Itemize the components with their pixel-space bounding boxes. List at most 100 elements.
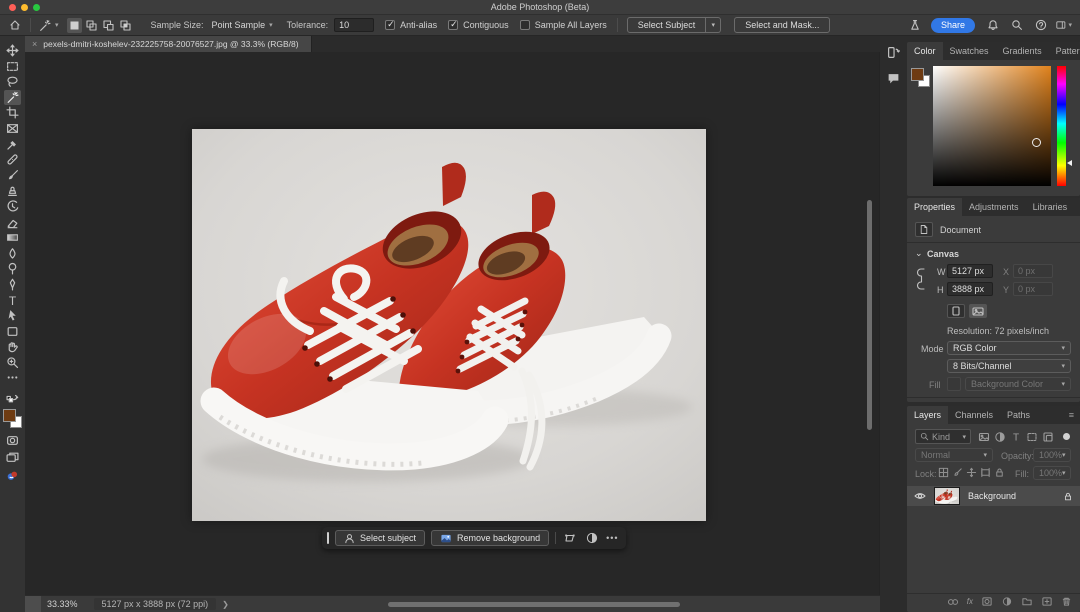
filter-pixel-layers-icon[interactable] bbox=[977, 430, 990, 443]
hand-tool[interactable] bbox=[4, 339, 21, 354]
intersect-selection-icon[interactable] bbox=[118, 18, 133, 33]
bit-depth-dropdown[interactable]: 8 Bits/Channel▾ bbox=[947, 359, 1071, 373]
layer-row-background[interactable]: Background bbox=[907, 486, 1080, 506]
blend-mode-dropdown[interactable]: Normal▾ bbox=[915, 448, 993, 462]
path-selection-tool[interactable] bbox=[4, 308, 21, 323]
tab-patterns[interactable]: Patterns bbox=[1049, 42, 1080, 60]
add-layer-mask-icon[interactable] bbox=[980, 595, 993, 608]
vertical-scrollbar[interactable] bbox=[867, 200, 872, 430]
spot-healing-brush-tool[interactable] bbox=[4, 152, 21, 167]
y-input[interactable]: 0 px bbox=[1013, 282, 1053, 296]
panel-menu-icon[interactable]: ≡ bbox=[1063, 406, 1080, 424]
fill-dropdown[interactable]: Background Color▾ bbox=[965, 377, 1071, 391]
subtract-from-selection-icon[interactable] bbox=[101, 18, 116, 33]
panel-menu-icon[interactable]: ≡ bbox=[1074, 198, 1080, 216]
move-tool[interactable] bbox=[4, 43, 21, 58]
tab-properties[interactable]: Properties bbox=[907, 198, 962, 216]
fill-percent-dropdown[interactable]: 100%▾ bbox=[1033, 466, 1071, 480]
version-history-panel-icon[interactable] bbox=[886, 44, 902, 60]
anti-alias-checkbox[interactable] bbox=[385, 20, 395, 30]
landscape-orientation-button[interactable] bbox=[969, 304, 987, 318]
foreground-color-swatch[interactable] bbox=[911, 68, 924, 81]
lasso-tool[interactable] bbox=[4, 74, 21, 89]
x-input[interactable]: 0 px bbox=[1013, 264, 1053, 278]
rectangle-tool[interactable] bbox=[4, 324, 21, 339]
dodge-tool[interactable] bbox=[4, 261, 21, 276]
link-dimensions-icon[interactable] bbox=[915, 272, 928, 285]
rectangular-marquee-tool[interactable] bbox=[4, 59, 21, 74]
workspace-switcher-icon[interactable]: ▾ bbox=[1056, 17, 1072, 33]
select-and-mask-button[interactable]: Select and Mask... bbox=[734, 17, 830, 33]
frame-tool[interactable] bbox=[4, 121, 21, 136]
quick-mask-icon[interactable] bbox=[4, 433, 21, 448]
width-input[interactable]: 5127 px bbox=[947, 264, 993, 278]
share-button[interactable]: Share bbox=[931, 18, 975, 33]
tab-channels[interactable]: Channels bbox=[948, 406, 1000, 424]
screen-mode-icon[interactable] bbox=[4, 450, 21, 465]
tab-color[interactable]: Color bbox=[907, 42, 943, 60]
tolerance-input[interactable]: 10 bbox=[334, 18, 374, 32]
saturation-brightness-field[interactable] bbox=[933, 66, 1051, 186]
filter-adjustment-layers-icon[interactable] bbox=[993, 430, 1006, 443]
blur-tool[interactable] bbox=[4, 246, 21, 261]
new-group-folder-icon[interactable] bbox=[1020, 595, 1033, 608]
pen-tool[interactable] bbox=[4, 277, 21, 292]
canvas-section-chevron[interactable]: ⌄ bbox=[915, 248, 923, 259]
eyedropper-tool[interactable] bbox=[4, 137, 21, 152]
canvas-area[interactable]: Select subject Remove background ••• bbox=[25, 52, 880, 595]
layer-thumbnail[interactable] bbox=[934, 487, 960, 505]
sample-all-layers-checkbox[interactable] bbox=[520, 20, 530, 30]
beta-flask-icon[interactable] bbox=[907, 17, 923, 33]
more-options-icon[interactable]: ••• bbox=[606, 533, 618, 543]
horizontal-scrollbar[interactable] bbox=[388, 602, 680, 607]
layer-filter-kind-dropdown[interactable]: Kind▾ bbox=[915, 429, 971, 444]
brush-tool[interactable] bbox=[4, 168, 21, 183]
opacity-dropdown[interactable]: 100%▾ bbox=[1033, 448, 1071, 462]
filter-smart-objects-icon[interactable] bbox=[1041, 430, 1054, 443]
layer-name[interactable]: Background bbox=[968, 491, 1016, 501]
lock-pixels-icon[interactable] bbox=[951, 466, 964, 479]
transform-image-icon[interactable] bbox=[562, 530, 578, 546]
layer-style-fx-icon[interactable]: fx bbox=[967, 597, 973, 606]
link-layers-icon[interactable] bbox=[947, 595, 960, 608]
close-tab-icon[interactable]: × bbox=[32, 39, 37, 49]
layer-lock-icon[interactable] bbox=[1061, 490, 1074, 503]
delete-layer-trash-icon[interactable] bbox=[1060, 595, 1073, 608]
height-input[interactable]: 3888 px bbox=[947, 282, 993, 296]
new-layer-icon[interactable] bbox=[1040, 595, 1053, 608]
lock-all-icon[interactable] bbox=[993, 466, 1006, 479]
select-subject-button[interactable]: Select Subject bbox=[627, 17, 707, 33]
zoom-tool[interactable] bbox=[4, 355, 21, 370]
tab-adjustments[interactable]: Adjustments bbox=[962, 198, 1026, 216]
home-icon[interactable] bbox=[7, 17, 23, 33]
canvas-section-header[interactable]: Canvas bbox=[927, 249, 959, 259]
filter-type-layers-icon[interactable]: T bbox=[1009, 430, 1022, 443]
select-subject-task-button[interactable]: Select subject bbox=[335, 530, 425, 546]
help-icon[interactable] bbox=[1033, 17, 1049, 33]
tool-preset-magic-wand[interactable]: ▾ bbox=[38, 19, 59, 32]
foreground-color-swatch[interactable] bbox=[3, 409, 16, 422]
history-brush-tool[interactable] bbox=[4, 199, 21, 214]
edit-toolbar-icon[interactable] bbox=[4, 370, 21, 385]
tab-libraries[interactable]: Libraries bbox=[1026, 198, 1075, 216]
comments-panel-icon[interactable] bbox=[886, 70, 902, 86]
new-adjustment-layer-icon[interactable] bbox=[1000, 595, 1013, 608]
rulers-section-chevron[interactable]: ⌄ bbox=[915, 401, 923, 402]
discover-app-icon[interactable] bbox=[4, 468, 21, 483]
hue-slider-marker[interactable] bbox=[1067, 160, 1072, 166]
new-selection-icon[interactable] bbox=[67, 18, 82, 33]
portrait-orientation-button[interactable] bbox=[947, 304, 965, 318]
status-expand-icon[interactable]: ❯ bbox=[222, 600, 229, 609]
lock-artboard-icon[interactable] bbox=[979, 466, 992, 479]
sample-size-dropdown[interactable]: Point Sample▾ bbox=[212, 20, 273, 30]
lock-position-icon[interactable] bbox=[965, 466, 978, 479]
select-subject-dropdown-icon[interactable]: ▾ bbox=[706, 17, 721, 33]
contiguous-checkbox[interactable] bbox=[448, 20, 458, 30]
taskbar-drag-handle[interactable] bbox=[327, 532, 329, 544]
remove-background-task-button[interactable]: Remove background bbox=[431, 530, 549, 546]
magic-wand-tool[interactable] bbox=[4, 90, 21, 105]
tab-layers[interactable]: Layers bbox=[907, 406, 948, 424]
zoom-level[interactable]: 33.33% bbox=[47, 599, 78, 609]
hue-slider[interactable] bbox=[1057, 66, 1066, 186]
tab-gradients[interactable]: Gradients bbox=[996, 42, 1049, 60]
